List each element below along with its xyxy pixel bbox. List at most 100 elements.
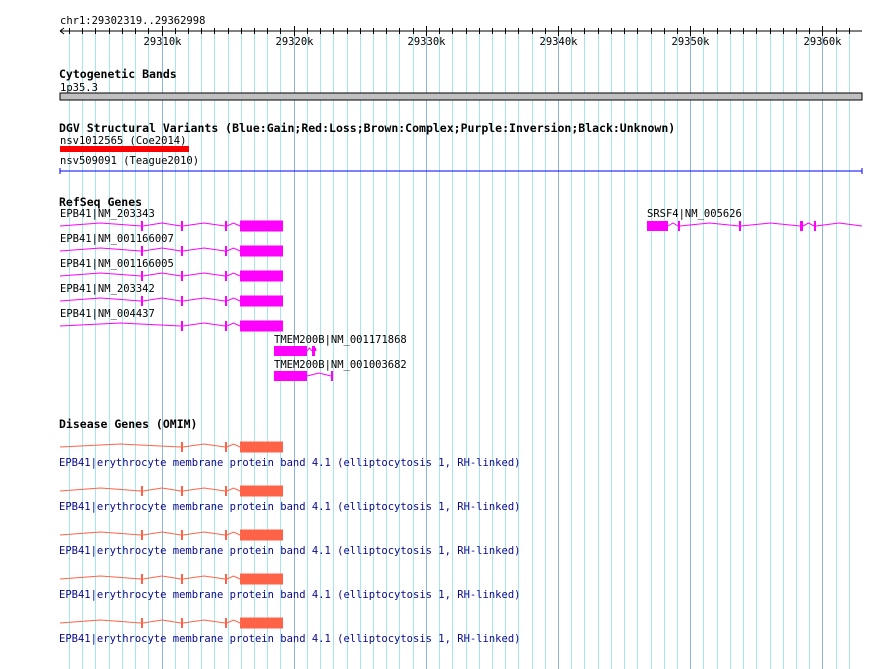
variant-label: nsv1012565 (Coe2014) [60,135,186,147]
omim-gene-model[interactable] [59,441,283,453]
omim-gene-model[interactable] [59,573,283,585]
intron-line [182,322,226,327]
refseq-track: RefSeq Genes EPB41|NM_203343 EPB41|NM_001… [59,195,863,381]
exon [141,574,143,584]
intron-line [59,222,142,227]
gene-model[interactable] [59,220,283,232]
intron-line [182,487,226,492]
exon [181,442,183,452]
exon [141,221,143,231]
cytoband-label: 1p35.3 [60,82,98,94]
gene-model[interactable] [647,221,863,231]
gene-label[interactable]: EPB41|NM_001166007 [60,233,174,245]
variant-label: nsv509091 (Teague2010) [60,155,199,167]
omim-gene-model[interactable] [59,617,283,629]
gene-label[interactable]: EPB41|NM_203342 [60,283,155,295]
omim-gene-model[interactable] [59,485,283,497]
gene-model[interactable] [59,245,283,257]
genome-browser-view[interactable]: chr1:29302319..29362998 29310k 29320k 2933… [0,0,890,669]
gene-label[interactable]: EPB41|NM_004437 [60,308,155,320]
intron-line [182,575,226,580]
intron-line [182,531,226,536]
omim-label[interactable]: EPB41|erythrocyte membrane protein band … [59,457,520,469]
exon [141,271,143,281]
ruler-tick-label: 29310k [144,36,183,48]
exon [141,486,143,496]
exon [240,441,283,453]
exon [240,529,283,541]
gene-model[interactable] [274,346,317,356]
intron-line [802,222,815,227]
exon [225,618,227,628]
exon [312,346,315,356]
exon [274,346,307,356]
exon [181,574,183,584]
exon [814,221,816,231]
exon [181,296,183,306]
dgv-track: DGV Structural Variants (Blue:Gain;Red:L… [59,121,863,174]
exon [240,485,283,497]
exon [181,486,183,496]
exon [331,371,333,381]
exon [240,295,283,307]
exon [225,574,227,584]
exon [225,530,227,540]
exon [181,271,183,281]
exon [181,530,183,540]
intron-line [59,575,142,580]
ruler-tick-label: 29360k [804,36,843,48]
omim-label[interactable]: EPB41|erythrocyte membrane protein band … [59,545,520,557]
intron-line [182,297,226,302]
gene-model[interactable] [59,270,283,282]
intron-line [182,272,226,277]
ruler-tick-label: 29350k [672,36,711,48]
intron-line [59,531,142,536]
gene-model[interactable] [59,320,283,332]
omim-gene-model[interactable] [59,529,283,541]
ruler-tick-label: 29330k [408,36,447,48]
exon [225,321,227,331]
intron-line [182,247,226,252]
ruler-track[interactable]: chr1:29302319..29362998 29310k 29320k 2933… [59,15,862,48]
intron-line [59,272,142,277]
exon [141,530,143,540]
gene-label[interactable]: SRSF4|NM_005626 [647,208,742,220]
intron-line [59,297,142,302]
omim-title: Disease Genes (OMIM) [59,417,197,431]
exon [274,371,307,381]
exon [181,618,183,628]
exon [225,221,227,231]
gene-label[interactable]: EPB41|NM_001166005 [60,258,174,270]
exon [240,270,283,282]
exon [225,486,227,496]
exon [225,296,227,306]
gene-model[interactable] [274,371,333,381]
exon [141,296,143,306]
exon [240,320,283,332]
gene-label[interactable]: EPB41|NM_203343 [60,208,155,220]
cytoband-track: Cytogenetic Bands 1p35.3 [59,67,863,101]
intron-line [667,222,679,227]
exon [739,221,741,231]
omim-label[interactable]: EPB41|erythrocyte membrane protein band … [59,501,520,513]
exon [240,573,283,585]
omim-label[interactable]: EPB41|erythrocyte membrane protein band … [59,633,520,645]
dgv-title: DGV Structural Variants (Blue:Gain;Red:L… [59,121,675,135]
variant-bar-loss[interactable] [60,146,189,152]
gene-model[interactable] [59,295,283,307]
variant-bar-gain[interactable] [59,168,863,174]
exon [181,246,183,256]
exon [225,246,227,256]
intron-line [182,619,226,624]
intron-line [59,247,142,252]
intron-line [59,619,142,624]
exon [181,321,183,331]
omim-label[interactable]: EPB41|erythrocyte membrane protein band … [59,589,520,601]
cytoband-title: Cytogenetic Bands [59,67,177,81]
exon [181,221,183,231]
gene-label[interactable]: TMEM200B|NM_001171868 [274,334,407,346]
exon [240,245,283,257]
omim-track: Disease Genes (OMIM) EPB41|erythrocyte m… [59,417,520,645]
cytoband-bar[interactable] [59,92,863,101]
gene-label[interactable]: TMEM200B|NM_001003682 [274,359,407,371]
